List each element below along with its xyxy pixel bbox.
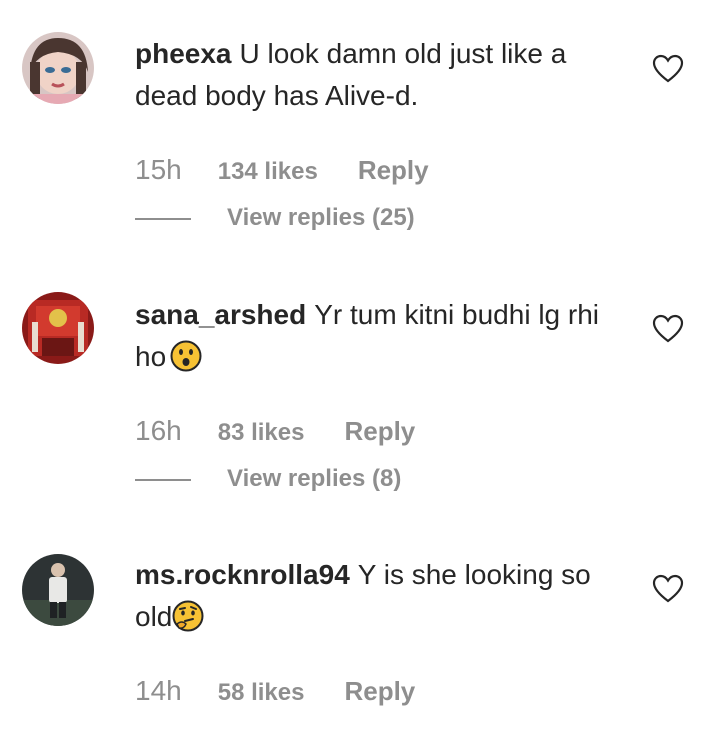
comment-text: ms.rocknrolla94 Y is she looking so old [135,554,615,638]
comment-text: sana_arshed Yr tum kitni budhi lg rhi ho [135,294,615,378]
thinking-face-emoji-icon [172,600,204,632]
comment-meta: 16h 83 likes Reply [135,415,415,447]
comment-likes[interactable]: 58 likes [218,679,305,707]
comment-username[interactable]: pheexa [135,38,232,69]
comment-likes[interactable]: 134 likes [218,158,318,186]
avatar[interactable] [22,32,94,104]
divider-line [135,478,191,481]
reply-button[interactable]: Reply [344,676,415,707]
avatar[interactable] [22,292,94,364]
comment-timestamp[interactable]: 16h [135,415,182,447]
comment-likes[interactable]: 83 likes [218,419,305,447]
comment-meta: 14h 58 likes Reply [135,675,415,707]
comment-timestamp[interactable]: 15h [135,154,182,186]
view-replies-label: View replies (8) [227,465,402,492]
view-replies-button[interactable]: View replies (8) [135,465,401,493]
view-replies-label: View replies (25) [227,204,415,231]
like-heart-icon[interactable] [652,314,684,344]
like-heart-icon[interactable] [652,54,684,84]
comment-meta: 15h 134 likes Reply [135,154,429,186]
like-heart-icon[interactable] [652,574,684,604]
astonished-face-emoji-icon [170,340,202,372]
comment-text: pheexa U look damn old just like a dead b… [135,33,615,117]
divider-line [135,217,191,220]
view-replies-button[interactable]: View replies (25) [135,204,415,232]
reply-button[interactable]: Reply [358,155,429,186]
reply-button[interactable]: Reply [344,416,415,447]
comment-timestamp[interactable]: 14h [135,675,182,707]
comment-username[interactable]: sana_arshed [135,299,306,330]
avatar[interactable] [22,554,94,626]
comment-username[interactable]: ms.rocknrolla94 [135,559,350,590]
